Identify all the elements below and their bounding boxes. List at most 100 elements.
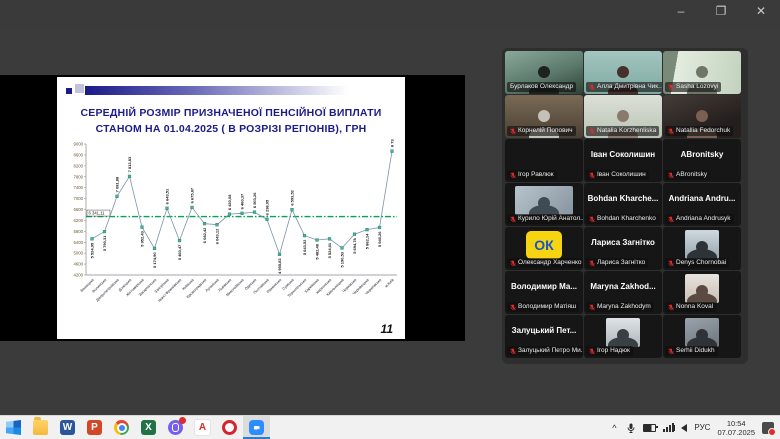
muted-mic-icon — [510, 128, 516, 135]
participant-name-label: Курило Юрій Анатол... — [507, 214, 583, 224]
y-tick-label: 7000 — [73, 196, 83, 201]
y-tick-label: 7400 — [73, 185, 83, 190]
chart-point — [366, 228, 369, 231]
participant-tile[interactable]: Nonna Koval — [663, 271, 741, 314]
participant-name: Володимир Матіяш — [518, 303, 576, 311]
y-tick-label: 6200 — [73, 218, 83, 223]
participant-name-label: Bohdan Kharchenko — [586, 214, 659, 224]
participant-tile[interactable]: Sasha Lozovyi — [663, 51, 741, 94]
notification-area-icon[interactable] — [762, 422, 774, 434]
excel-taskbar-icon[interactable]: X — [135, 416, 162, 439]
tray-expand-chevron-icon[interactable]: ^ — [609, 423, 619, 433]
participant-name-label: Ігор Равлюк — [507, 170, 557, 180]
clock[interactable]: 10:54 07.07.2025 — [717, 419, 755, 437]
ppt-taskbar-icon[interactable]: P — [81, 416, 108, 439]
participant-name: Іван Соколишин — [597, 171, 646, 179]
pension-line-chart: 4200460050005400580062006600700074007800… — [61, 139, 401, 325]
start-taskbar-icon[interactable] — [0, 416, 27, 439]
y-tick-label: 9000 — [73, 142, 83, 147]
minimize-button[interactable]: – — [674, 3, 688, 19]
point-value-label: 6 503,26 — [252, 192, 257, 208]
participant-name: Natalia Korzhenliska — [597, 127, 656, 135]
participant-tile[interactable]: Natalia Korzhenliska — [584, 95, 662, 138]
maximize-button[interactable]: ❐ — [714, 3, 728, 19]
point-value-label: 5 524,95 — [89, 242, 94, 258]
point-value-label: 7 813,83 — [127, 156, 132, 172]
zoom-taskbar-icon[interactable] — [243, 416, 270, 439]
person-silhouette — [610, 327, 636, 347]
muted-mic-icon — [589, 304, 595, 311]
participant-tile[interactable]: ABronitsky ABronitsky — [663, 139, 741, 182]
participant-tile[interactable]: Serhii Didukh — [663, 315, 741, 358]
chart-point — [391, 150, 394, 153]
acrobat-taskbar-icon[interactable]: A — [189, 416, 216, 439]
participant-name-label: Serhii Didukh — [665, 346, 718, 356]
participant-tile[interactable]: Andriana Andru... Andriana Andrusyk — [663, 183, 741, 226]
point-value-label: 5 790,31 — [102, 235, 107, 251]
participant-name-label: Бурлаков Олександр — [507, 82, 576, 92]
y-tick-label: 8200 — [73, 163, 83, 168]
explorer-taskbar-icon[interactable] — [27, 416, 54, 439]
participant-name-label: Залуцький Петро Ми... — [507, 346, 583, 356]
participant-tile[interactable]: Алла Дмитрівна Чик... — [584, 51, 662, 94]
explorer-icon — [33, 420, 48, 435]
participant-tile[interactable]: Залуцький Пет... Залуцький Петро Ми... — [505, 315, 583, 358]
participant-tile[interactable]: Bohdan Kharche... Bohdan Kharchenko — [584, 183, 662, 226]
word-taskbar-icon[interactable]: W — [54, 416, 81, 439]
battery-icon[interactable] — [643, 424, 656, 432]
muted-mic-icon — [510, 260, 516, 267]
start-icon — [6, 420, 21, 435]
participant-tile[interactable]: Корнелій Попович — [505, 95, 583, 138]
participant-name: Бурлаков Олександр — [510, 83, 573, 91]
viber-notification-badge — [179, 417, 186, 424]
participant-tile[interactable]: Курило Юрій Анатол... — [505, 183, 583, 226]
zoom-icon — [249, 420, 264, 435]
participant-tile[interactable]: Іван Соколишин Іван Соколишин — [584, 139, 662, 182]
slide-title: СЕРЕДНІЙ РОЗМІР ПРИЗНАЧЕНОЇ ПЕНСІЙНОЇ ВИ… — [63, 105, 399, 138]
chart-point — [291, 208, 294, 211]
participant-display-name: Володимир Ма... — [505, 282, 583, 291]
participants-panel: Бурлаков Олександр Алла Дмитрівна Чик...… — [502, 48, 748, 364]
excel-icon: X — [141, 420, 156, 435]
chart-point — [278, 253, 281, 256]
participant-tile[interactable]: Denys Chornobai — [663, 227, 741, 270]
acrobat-icon: A — [194, 419, 211, 436]
participant-tile[interactable]: Ігор Равлюк — [505, 139, 583, 182]
y-tick-label: 5000 — [73, 251, 83, 256]
participant-name: Корнелій Попович — [518, 127, 573, 135]
participant-name-label: Nonna Koval — [665, 302, 716, 312]
participant-tile[interactable]: Лариса Загнітко Лариса Загнітко — [584, 227, 662, 270]
participant-tile[interactable]: Maryna Zakhod... Maryna Zakhodym — [584, 271, 662, 314]
muted-mic-icon — [510, 348, 516, 355]
participant-name-label: Ігор Надюк — [586, 346, 633, 356]
participant-tile[interactable]: ОК Олександр Харченко — [505, 227, 583, 270]
chrome-taskbar-icon[interactable] — [108, 416, 135, 439]
point-value-label: 6 593,52 — [289, 189, 294, 205]
participant-tile[interactable]: Бурлаков Олександр — [505, 51, 583, 94]
muted-mic-icon — [589, 348, 595, 355]
point-value-label: 7 081,88 — [114, 176, 119, 192]
muted-mic-icon — [589, 84, 595, 91]
slide-title-line1: СЕРЕДНІЙ РОЗМІР ПРИЗНАЧЕНОЇ ПЕНСІЙНОЇ ВИ… — [63, 105, 399, 121]
point-value-label: 5 643,52 — [302, 239, 307, 255]
microphone-tray-icon[interactable] — [626, 423, 636, 433]
system-tray: ^ РУС 10:54 07.07.2025 — [609, 419, 780, 437]
participant-tile[interactable]: Володимир Ма... Володимир Матіяш — [505, 271, 583, 314]
participant-display-name: Лариса Загнітко — [584, 238, 662, 247]
chart-point — [253, 211, 256, 214]
participant-tile[interactable]: Ігор Надюк — [584, 315, 662, 358]
viber-icon — [168, 420, 183, 435]
participant-name: Maryna Zakhodym — [597, 303, 651, 311]
participant-name-label: Natalia Korzhenliska — [586, 126, 659, 136]
participant-name: Bohdan Kharchenko — [597, 215, 656, 223]
person-silhouette — [689, 327, 715, 347]
close-button[interactable]: ✕ — [754, 3, 768, 19]
viber-taskbar-icon[interactable] — [162, 416, 189, 439]
participant-name: Denys Chornobai — [676, 259, 726, 267]
opera-taskbar-icon[interactable] — [216, 416, 243, 439]
y-tick-label: 5800 — [73, 229, 83, 234]
slide-decoration-square — [75, 84, 84, 93]
language-indicator[interactable]: РУС — [694, 423, 710, 432]
participant-tile[interactable]: Natallia Fedorchuk — [663, 95, 741, 138]
volume-icon[interactable] — [681, 424, 687, 432]
